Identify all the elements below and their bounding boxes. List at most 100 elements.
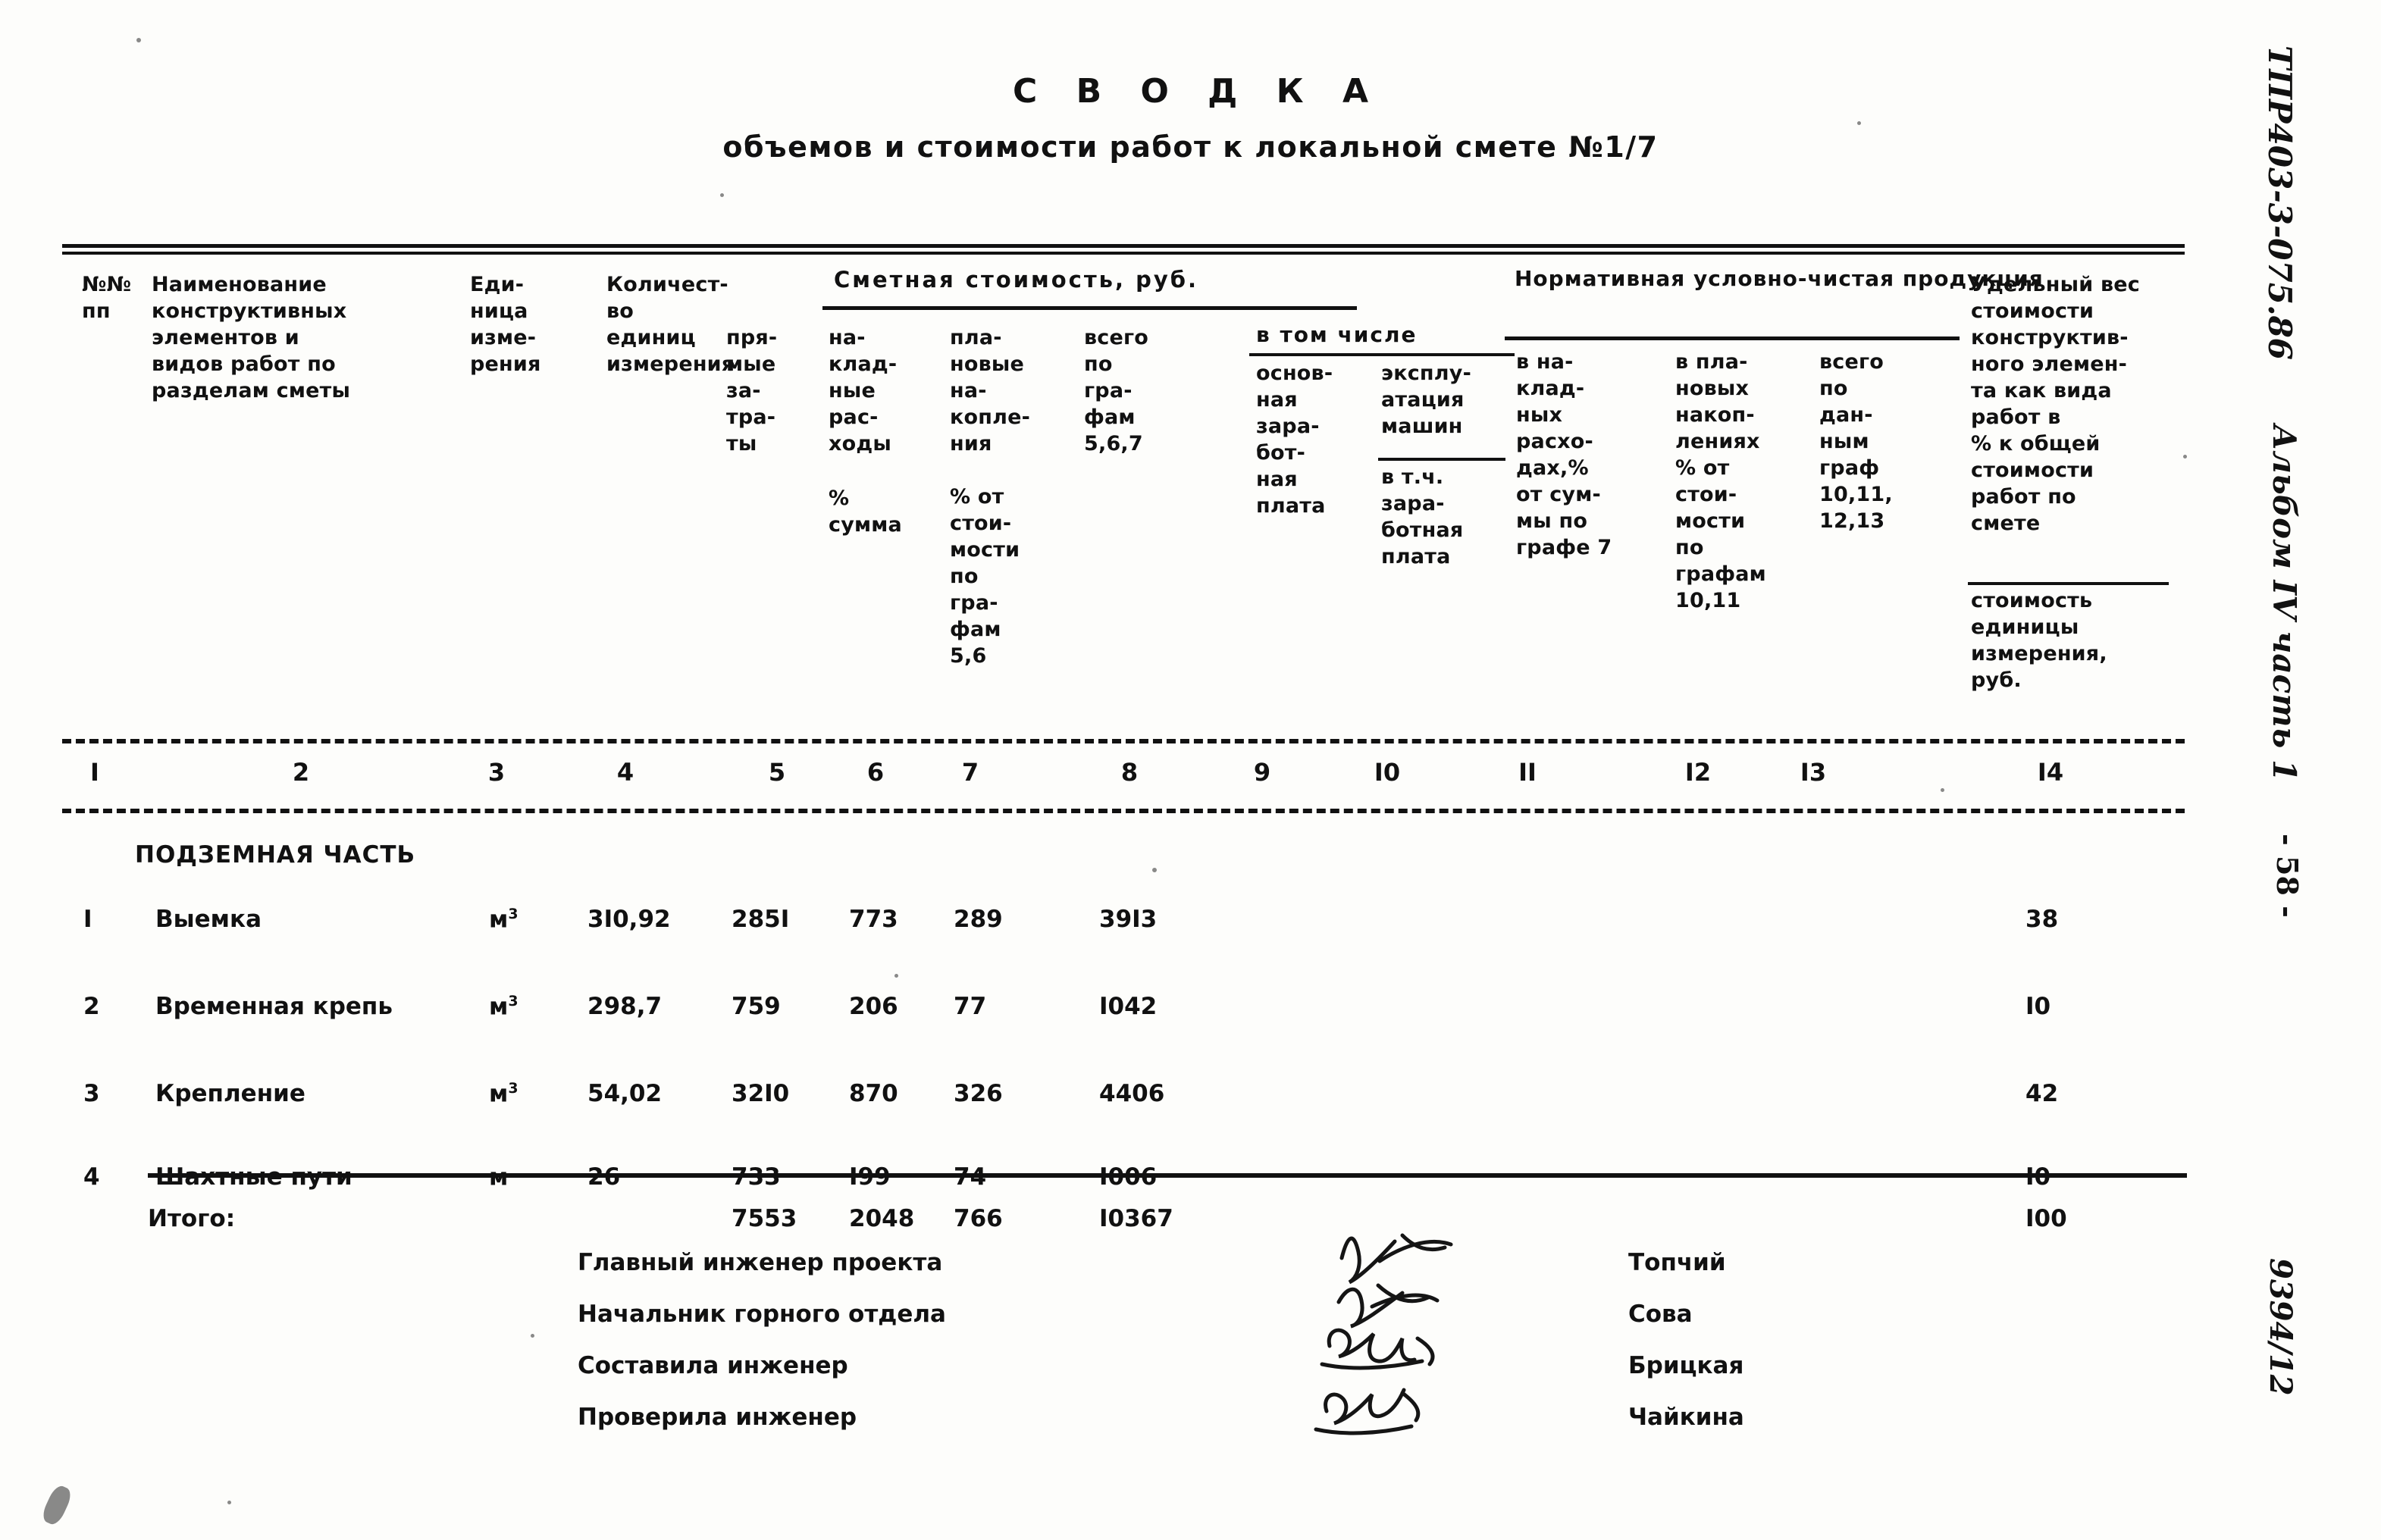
- table-row-2-name: Временная крепь: [155, 993, 393, 1020]
- group-header-smetnaya: Сметная стоимость, руб.: [834, 267, 1199, 293]
- column-number-10: I0: [1374, 758, 1401, 787]
- col-header-12: в пла- новых накоп- лениях % от стои- мо…: [1675, 350, 1766, 612]
- signature-name-4: Чайкина: [1628, 1404, 1744, 1431]
- header-dashed-rule: [62, 739, 2185, 743]
- signature-name-1: Топчий: [1628, 1249, 1726, 1276]
- scan-speckle: [136, 38, 141, 42]
- col-header-10: эксплу- атация машин: [1381, 362, 1471, 438]
- table-row-3-share: 42: [2025, 1080, 2059, 1107]
- table-row-1-qty: 3I0,92: [587, 906, 671, 933]
- margin-note-code: ТПР403-3-075.86: [2261, 45, 2298, 361]
- table-row-3-direct: 32I0: [732, 1080, 790, 1107]
- table-row-1-unit: м3: [489, 906, 518, 934]
- total-row-overhead: 2048: [849, 1205, 915, 1232]
- page-subtitle: объемов и стоимости работ к локальной см…: [722, 130, 1659, 164]
- total-row-direct: 7553: [732, 1205, 797, 1232]
- column-number-12: I2: [1684, 758, 1712, 787]
- col-header-3: Еди- ница изме- рения: [470, 273, 541, 376]
- scan-speckle: [1941, 788, 1944, 792]
- col-header-7: пла- новые на- копле- ния: [950, 326, 1031, 455]
- table-row-1-direct: 285I: [732, 906, 790, 933]
- column-number-6: 6: [866, 758, 885, 787]
- table-row-2-share: I0: [2025, 993, 2051, 1020]
- table-row-2-overhead: 206: [849, 993, 898, 1020]
- group-header-normativnaya-rule: [1505, 336, 1960, 340]
- total-rule: [148, 1173, 2187, 1178]
- column-number-5: 5: [768, 758, 786, 787]
- col-header-10-rule: [1378, 458, 1505, 461]
- table-row-1-name: Выемка: [155, 906, 262, 933]
- page-title: С В О Д К А: [1012, 72, 1383, 111]
- table-row-2-unit: м3: [489, 993, 518, 1021]
- table-top-rule: [62, 244, 2185, 248]
- table-row-3-total: 4406: [1099, 1080, 1165, 1107]
- group-header-normativnaya: Нормативная условно-чистая продукция: [1515, 266, 2044, 291]
- table-row-1-overhead: 773: [849, 906, 898, 933]
- signature-name-2: Сова: [1628, 1301, 1693, 1328]
- table-row-3-unit: м3: [489, 1080, 518, 1108]
- table-row-4-overhead: I99: [849, 1163, 891, 1191]
- table-row-2-qty: 298,7: [587, 993, 663, 1020]
- total-row-label: Итого:: [148, 1205, 236, 1232]
- scan-speckle: [2183, 455, 2187, 459]
- col-header-7-sub: % от стои- мости по гра- фам 5,6: [950, 485, 1020, 668]
- column-number-11: II: [1518, 758, 1537, 787]
- column-number-7: 7: [961, 758, 979, 787]
- table-row-1-share: 38: [2025, 906, 2059, 933]
- col-header-14: Удельный вес стоимости конструктив- ного…: [1971, 273, 2140, 535]
- col-header-14-rule: [1968, 582, 2169, 585]
- table-row-4-unit: м: [489, 1163, 509, 1191]
- col-header-8: всего по гра- фам 5,6,7: [1084, 326, 1149, 455]
- scan-speckle: [1857, 121, 1861, 125]
- table-row-1-savings: 289: [954, 906, 1003, 933]
- scan-speckle: [531, 1334, 534, 1338]
- signature-name-3: Брицкая: [1628, 1352, 1744, 1379]
- table-row-3-qty: 54,02: [587, 1080, 663, 1107]
- margin-note-album: Альбом IV часть 1: [2266, 424, 2303, 782]
- table-row-4-direct: 733: [732, 1163, 781, 1191]
- table-row-1-no: I: [83, 906, 92, 933]
- table-row-2-no: 2: [83, 993, 100, 1020]
- col-header-9: основ- ная зара- бот- ная плата: [1256, 362, 1333, 518]
- table-row-3-no: 3: [83, 1080, 100, 1107]
- column-number-13: I3: [1800, 758, 1827, 787]
- column-number-8: 8: [1120, 758, 1139, 787]
- table-row-4-qty: 26: [587, 1163, 621, 1191]
- table-row-1-total: 39I3: [1099, 906, 1158, 933]
- margin-note-page: - 58 -: [2270, 834, 2304, 918]
- col-header-4: Количест- во единиц измерения: [606, 273, 735, 376]
- scanned-document-page: С В О Д К А объемов и стоимости работ к …: [0, 0, 2381, 1540]
- column-number-1: I: [90, 758, 99, 787]
- table-row-4-savings: 74: [954, 1163, 987, 1191]
- table-row-4-no: 4: [83, 1163, 100, 1191]
- column-number-14: I4: [2037, 758, 2064, 787]
- group-header-v-tom-chisle-rule: [1249, 353, 1515, 356]
- section-label-podzemnaya-chast: ПОДЗЕМНАЯ ЧАСТЬ: [135, 841, 416, 869]
- table-row-3-name: Крепление: [155, 1080, 305, 1107]
- table-row-2-savings: 77: [954, 993, 987, 1020]
- total-row-total: I0367: [1099, 1205, 1173, 1232]
- margin-note-archive: 9394/12: [2263, 1258, 2298, 1396]
- table-row-2-total: I042: [1099, 993, 1158, 1020]
- table-top-rule-2: [62, 252, 2185, 255]
- signature-role-1: Главный инженер проекта: [578, 1249, 943, 1276]
- col-header-5: пря- мые за- тра- ты: [726, 326, 778, 455]
- col-header-10-sub: в т.ч. зара- ботная плата: [1381, 465, 1464, 568]
- table-row-4-total: I006: [1099, 1163, 1158, 1191]
- signature-role-2: Начальник горного отдела: [578, 1301, 946, 1328]
- col-header-1: №№ пп: [82, 273, 132, 323]
- col-header-2: Наименование конструктивных элементов и …: [152, 273, 351, 402]
- scan-speckle: [1152, 868, 1157, 872]
- col-header-6-sub: % сумма: [829, 487, 902, 537]
- col-header-11: в на- клад- ных расхо- дах,% от сум- мы …: [1516, 350, 1612, 559]
- group-header-v-tom-chisle: в том числе: [1256, 322, 1418, 347]
- table-row-2-direct: 759: [732, 993, 781, 1020]
- scan-speckle: [227, 1501, 231, 1504]
- handwritten-signature-marks: [1314, 1233, 1453, 1435]
- scan-speckle: [720, 193, 724, 197]
- column-number-4: 4: [616, 758, 634, 787]
- col-header-6: на- клад- ные рас- ходы: [829, 326, 898, 455]
- scan-speckle: [894, 974, 898, 978]
- signature-role-4: Проверила инженер: [578, 1404, 857, 1431]
- column-number-2: 2: [292, 758, 310, 787]
